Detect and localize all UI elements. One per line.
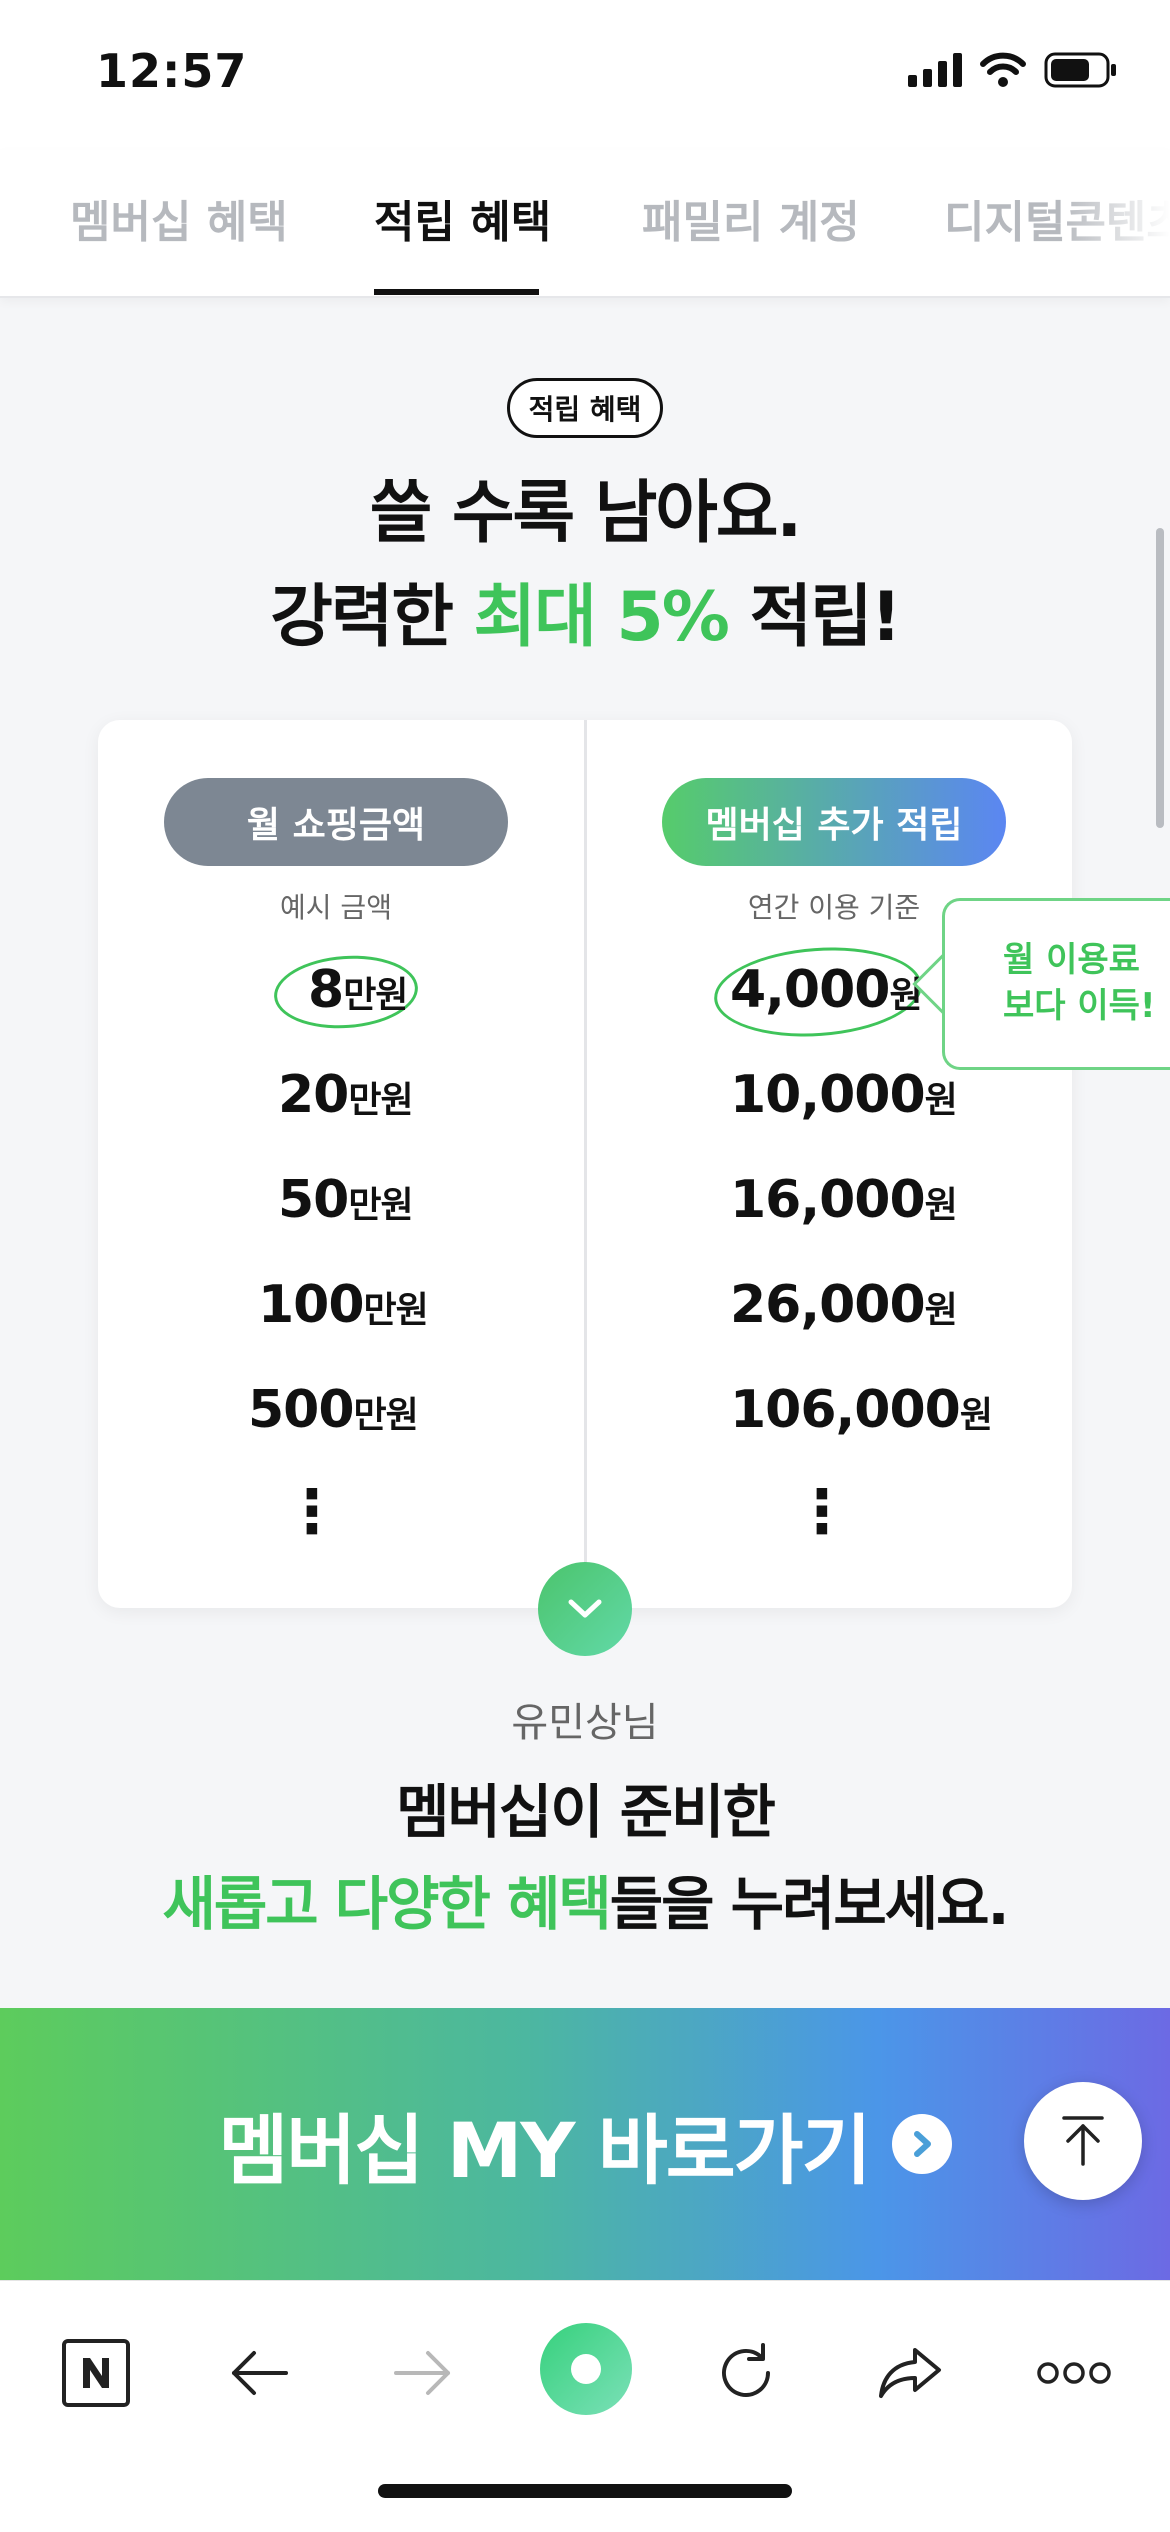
more-icon: [1037, 2362, 1111, 2384]
share-icon: [879, 2348, 941, 2398]
forward-icon: [394, 2351, 450, 2395]
shopping-amount-8: 8만원: [308, 960, 408, 1020]
wifi-icon: [980, 52, 1026, 87]
status-icons: [908, 52, 1118, 88]
user-name: 유민상님: [511, 1700, 659, 1746]
more-rows-left: ⋮: [282, 1477, 342, 1547]
promo-line1: 멤버십이 준비한: [396, 1778, 776, 1846]
reward-amount-16000: 16,000원: [730, 1170, 958, 1230]
green-dot-button[interactable]: [534, 2317, 638, 2421]
example-amount-label: 예시 금액: [280, 891, 392, 924]
green-dot-icon: [540, 2323, 632, 2415]
benefit-callout: 월 이용료 보다 이득!: [942, 898, 1170, 1070]
callout-line2: 보다 이득!: [1003, 986, 1156, 1026]
promo-text: 멤버십이 준비한 새롭고 다양한 혜택들을 누려보세요.: [0, 1766, 1170, 1950]
cta-label: 멤버십 MY 바로가기: [218, 2106, 871, 2195]
more-button[interactable]: [1024, 2323, 1124, 2423]
status-time: 12:57: [96, 44, 248, 98]
refresh-icon: [722, 2343, 770, 2397]
callout-line1: 월 이용료: [1003, 940, 1140, 980]
shopping-amount-100: 100만원: [258, 1275, 429, 1335]
share-button[interactable]: [860, 2323, 960, 2423]
section-badge: 적립 혜택: [507, 378, 663, 438]
back-button[interactable]: [210, 2323, 310, 2423]
reward-amount-10000: 10,000원: [730, 1065, 958, 1125]
headline-line1: 쓸 수록 남아요.: [369, 474, 803, 553]
shopping-amount-50: 50만원: [278, 1170, 414, 1230]
expand-button[interactable]: [538, 1562, 632, 1656]
naver-home-button[interactable]: [46, 2323, 146, 2423]
back-icon: [232, 2351, 288, 2395]
page: 12:57 멤버십 혜택 적립 혜택 패밀리 계정 디지털콘텐츠 적립 혜택 쓸…: [0, 0, 1170, 2532]
headline-line2: 강력한 최대 5% 적립!: [270, 578, 901, 657]
refresh-button[interactable]: [696, 2323, 796, 2423]
home-indicator[interactable]: [378, 2484, 792, 2498]
shopping-amount-20: 20만원: [278, 1065, 414, 1125]
tab-reward-benefits[interactable]: 적립 혜택: [374, 186, 551, 250]
promo-line2: 새롭고 다양한 혜택들을 누려보세요.: [162, 1870, 1009, 1938]
more-rows-right: ⋮: [792, 1477, 852, 1547]
membership-my-button[interactable]: 멤버십 MY 바로가기: [0, 2008, 1170, 2280]
reward-amount-106000: 106,000원: [730, 1380, 993, 1440]
reward-amount-4000: 4,000원: [730, 960, 923, 1020]
status-bar: 12:57: [0, 0, 1170, 150]
membership-reward-header: 멤버십 추가 적립: [662, 778, 1006, 866]
battery-icon: [1044, 52, 1116, 88]
signal-icon: [908, 53, 962, 87]
column-divider: [584, 720, 587, 1608]
scroll-to-top-button[interactable]: [1024, 2082, 1142, 2200]
tab-fade: [1060, 150, 1170, 296]
arrow-up-icon: [1062, 2116, 1104, 2166]
reward-amount-26000: 26,000원: [730, 1275, 958, 1335]
reward-table-card: 월 쇼핑금액 멤버십 추가 적립 예시 금액 연간 이용 기준 8만원 20만원…: [98, 720, 1072, 1608]
naver-icon: [62, 2339, 130, 2407]
forward-button[interactable]: [372, 2323, 472, 2423]
shopping-amount-header: 월 쇼핑금액: [164, 778, 508, 866]
tab-bar: 멤버십 혜택 적립 혜택 패밀리 계정 디지털콘텐츠: [0, 150, 1170, 298]
tab-family-account[interactable]: 패밀리 계정: [642, 186, 860, 250]
chevron-right-icon: [891, 2114, 952, 2174]
chevron-down-icon: [568, 1599, 602, 1618]
section-headline: 쓸 수록 남아요. 강력한 최대 5% 적립!: [0, 462, 1170, 670]
shopping-amount-500: 500만원: [248, 1380, 419, 1440]
active-tab-underline: [374, 289, 539, 295]
tab-membership-benefits[interactable]: 멤버십 혜택: [70, 186, 288, 250]
